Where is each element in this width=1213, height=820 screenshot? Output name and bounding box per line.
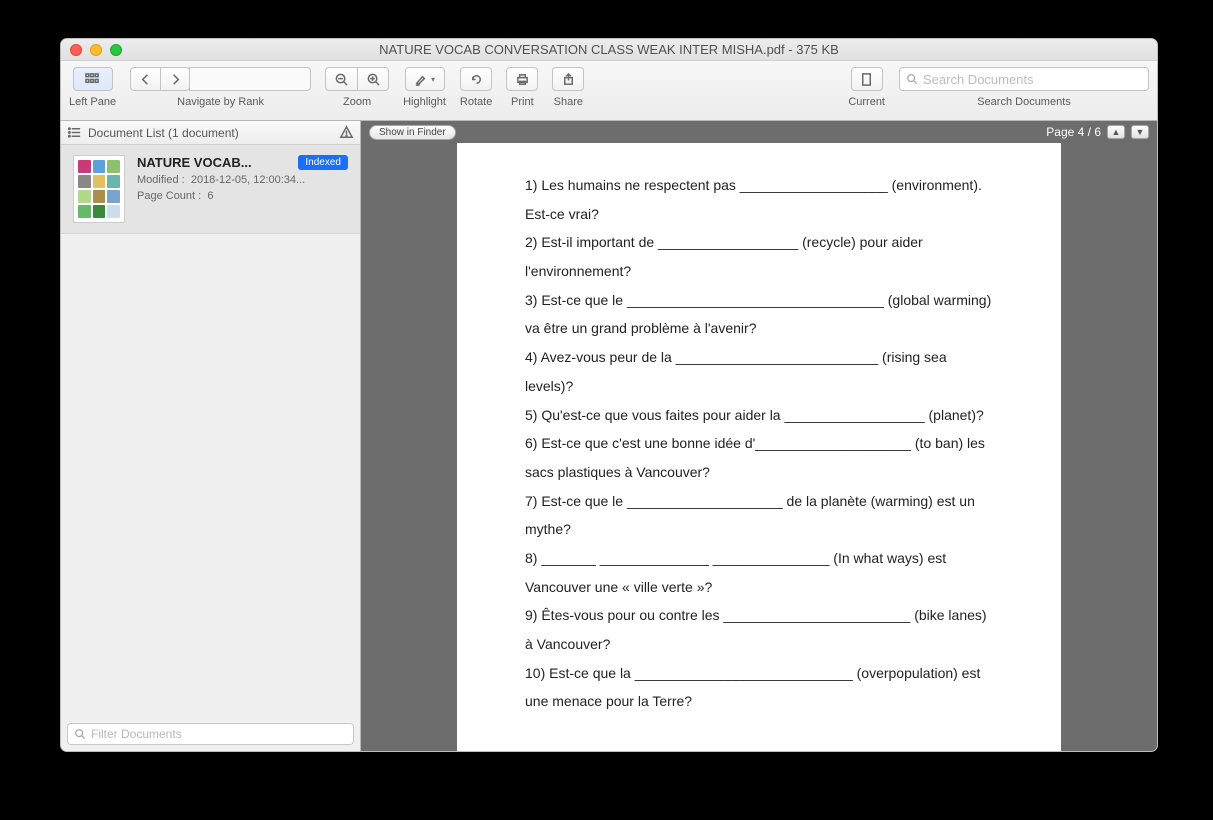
search-label: Search Documents — [977, 96, 1071, 108]
document-line: 8) _______ ______________ ______________… — [525, 544, 993, 601]
navigate-label: Navigate by Rank — [177, 96, 264, 108]
zoom-label: Zoom — [343, 96, 371, 108]
sidebar-header-text: Document List (1 document) — [88, 126, 239, 140]
sidebar: Document List (1 document) NATURE VOCAB.… — [61, 121, 361, 751]
filter-input-container[interactable] — [67, 723, 354, 745]
viewer: Show in Finder Page 4 / 6 ▲ ▼ 1) Les hum… — [361, 121, 1157, 751]
zoom-out-icon — [334, 72, 349, 87]
document-line: 4) Avez-vous peur de la ________________… — [525, 343, 993, 400]
search-input-container[interactable] — [899, 67, 1149, 91]
nav-back-button[interactable] — [130, 67, 160, 91]
document-line: 10) Est-ce que la ______________________… — [525, 659, 993, 716]
share-icon — [561, 72, 576, 87]
nav-forward-button[interactable] — [160, 67, 190, 91]
document-title: NATURE VOCAB... — [137, 155, 292, 170]
print-button[interactable] — [506, 67, 538, 91]
document-line: 2) Est-il important de _________________… — [525, 228, 993, 285]
document-line: 3) Est-ce que le _______________________… — [525, 286, 993, 343]
document-thumbnail — [73, 155, 125, 223]
zoom-in-button[interactable] — [357, 67, 389, 91]
show-in-finder-button[interactable]: Show in Finder — [369, 125, 456, 140]
chevron-right-icon — [168, 72, 183, 87]
chevron-left-icon — [138, 72, 153, 87]
page-up-button[interactable]: ▲ — [1107, 125, 1125, 139]
page-viewport[interactable]: 1) Les humains ne respectent pas _______… — [361, 143, 1157, 751]
grid-icon — [85, 72, 100, 87]
filter-input[interactable] — [91, 727, 347, 741]
printer-icon — [515, 72, 530, 87]
share-button[interactable] — [552, 67, 584, 91]
warning-icon[interactable] — [339, 125, 354, 140]
pdf-page: 1) Les humains ne respectent pas _______… — [457, 143, 1061, 751]
zoom-out-button[interactable] — [325, 67, 357, 91]
window-title: NATURE VOCAB CONVERSATION CLASS WEAK INT… — [61, 42, 1157, 57]
highlight-button[interactable]: ▾ — [405, 67, 445, 91]
rank-field[interactable] — [189, 67, 311, 91]
share-label: Share — [554, 96, 583, 108]
page-count-value: 6 — [207, 190, 213, 202]
document-line: 7) Est-ce que le ____________________ de… — [525, 487, 993, 544]
modified-label: Modified : — [137, 174, 185, 186]
page-indicator: Page 4 / 6 — [1046, 125, 1101, 139]
document-line: 6) Est-ce que c'est une bonne idée d'___… — [525, 429, 993, 486]
page-down-button[interactable]: ▼ — [1131, 125, 1149, 139]
zoom-in-icon — [366, 72, 381, 87]
modified-value: 2018-12-05, 12:00:34... — [191, 174, 305, 186]
app-window: NATURE VOCAB CONVERSATION CLASS WEAK INT… — [60, 38, 1158, 752]
toolbar: Left Pane Navigate by Rank Zoom ▾ — [61, 61, 1157, 121]
document-list-item[interactable]: NATURE VOCAB... Indexed Modified : 2018-… — [61, 145, 360, 234]
search-icon — [74, 728, 86, 740]
rotate-icon — [469, 72, 484, 87]
search-input[interactable] — [923, 72, 1142, 87]
list-icon — [67, 125, 82, 140]
page-count-label: Page Count : — [137, 190, 201, 202]
document-line: 1) Les humains ne respectent pas _______… — [525, 171, 993, 228]
indexed-badge: Indexed — [298, 155, 348, 170]
print-label: Print — [511, 96, 534, 108]
close-button[interactable] — [70, 44, 82, 56]
maximize-button[interactable] — [110, 44, 122, 56]
sidebar-header: Document List (1 document) — [61, 121, 360, 145]
document-icon — [859, 72, 874, 87]
left-pane-toggle[interactable] — [73, 67, 113, 91]
titlebar: NATURE VOCAB CONVERSATION CLASS WEAK INT… — [61, 39, 1157, 61]
document-line: 5) Qu'est-ce que vous faites pour aider … — [525, 401, 993, 430]
document-line: 9) Êtes-vous pour ou contre les ________… — [525, 601, 993, 658]
highlight-label: Highlight — [403, 96, 446, 108]
left-pane-label: Left Pane — [69, 96, 116, 108]
minimize-button[interactable] — [90, 44, 102, 56]
rotate-label: Rotate — [460, 96, 492, 108]
search-icon — [906, 73, 918, 85]
rotate-button[interactable] — [460, 67, 492, 91]
highlighter-icon — [414, 72, 429, 87]
current-label: Current — [848, 96, 885, 108]
current-button[interactable] — [851, 67, 883, 91]
